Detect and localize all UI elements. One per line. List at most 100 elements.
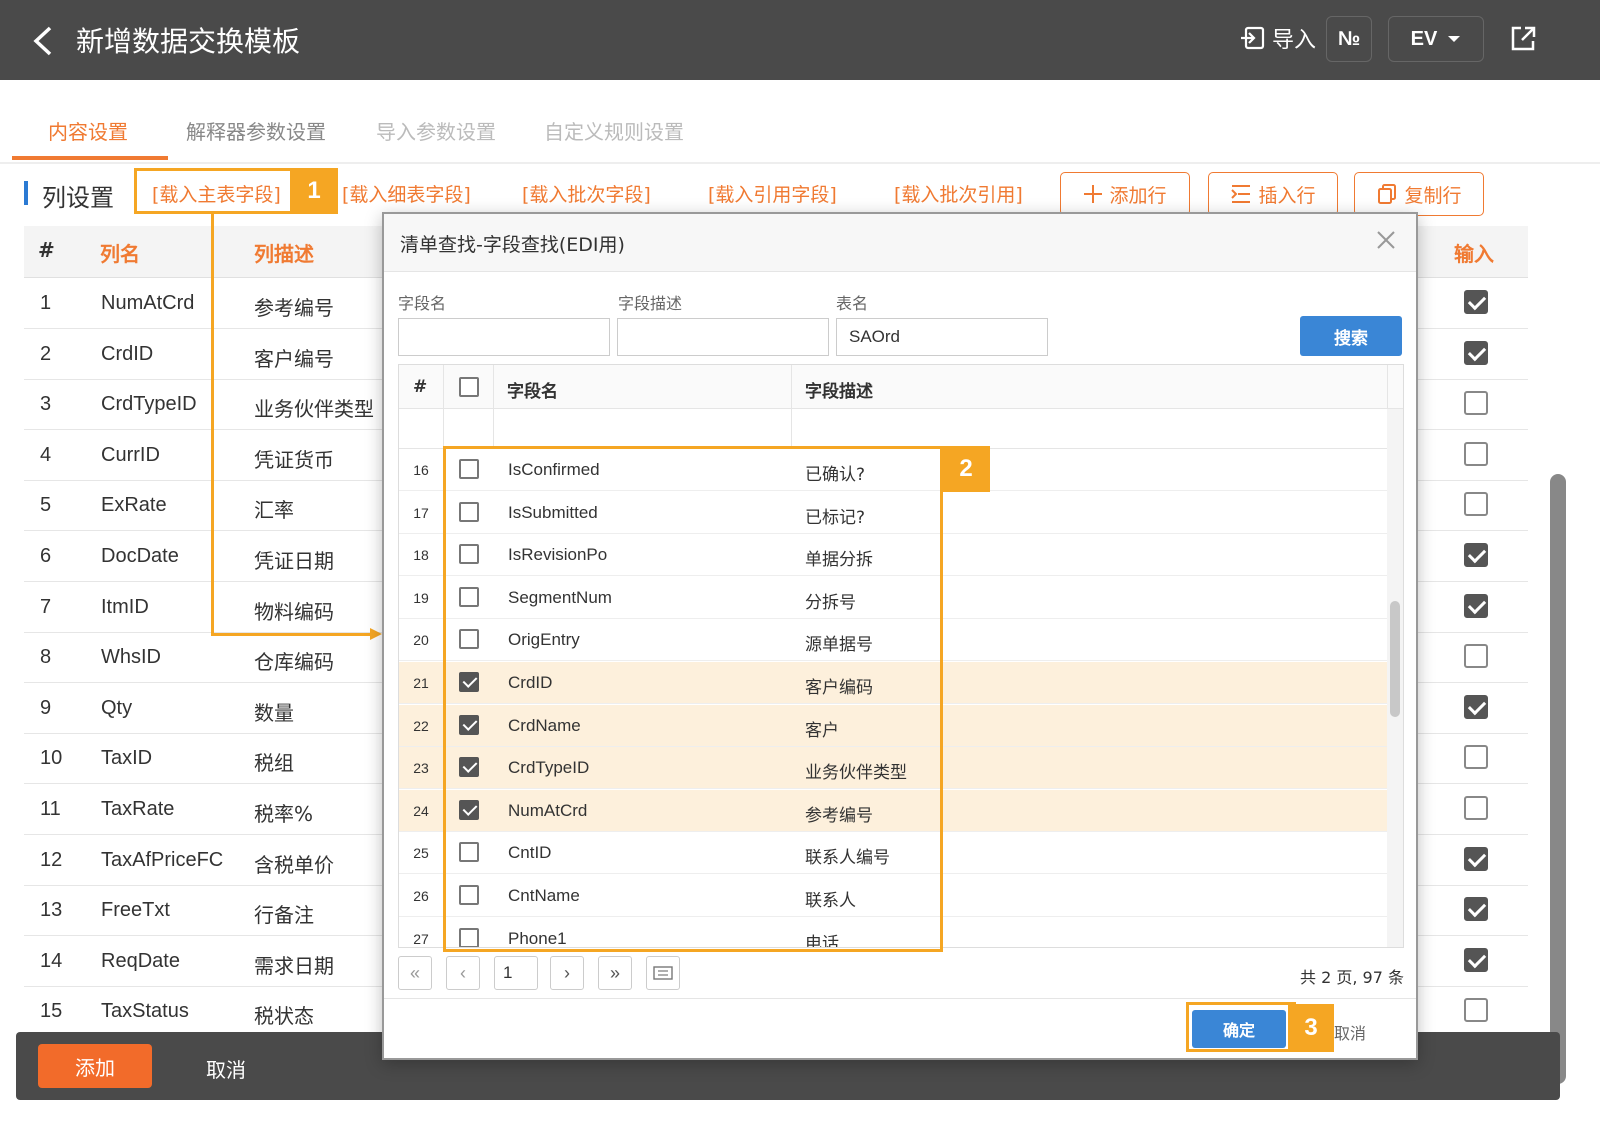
add-button[interactable]: 添加 bbox=[38, 1044, 152, 1088]
row-number: 4 bbox=[40, 443, 52, 466]
import-icon bbox=[1241, 26, 1265, 50]
column-name-cell: ReqDate bbox=[101, 949, 180, 972]
load-batch-fields-link[interactable]: [载入批次字段] bbox=[522, 180, 651, 207]
tab-import-params[interactable]: 导入参数设置 bbox=[376, 116, 496, 145]
section-marker bbox=[24, 181, 28, 205]
input-checkbox[interactable] bbox=[1464, 947, 1488, 972]
grid-row-number: 27 bbox=[413, 930, 429, 947]
column-desc-cell: 税率% bbox=[254, 802, 314, 826]
external-link-icon[interactable] bbox=[1508, 24, 1538, 54]
import-label: 导入 bbox=[1272, 28, 1317, 53]
row-number: 3 bbox=[40, 393, 52, 416]
header-column-desc: 列描述 bbox=[254, 242, 314, 266]
row-number: 15 bbox=[40, 1000, 63, 1023]
callout-number-2: 2 bbox=[942, 446, 990, 492]
grid-row-number: 16 bbox=[413, 462, 429, 478]
column-name-cell: ItmID bbox=[101, 595, 149, 618]
field-name-input[interactable] bbox=[398, 318, 610, 356]
ev-label: EV bbox=[1410, 27, 1438, 50]
top-bar: 新增数据交换模板 导入 № EV bbox=[0, 0, 1600, 80]
grid-row-number: 24 bbox=[413, 802, 429, 819]
grid-header-desc: 字段描述 bbox=[805, 382, 873, 402]
tab-interpreter-params[interactable]: 解释器参数设置 bbox=[186, 116, 326, 145]
field-name-label: 字段名 bbox=[398, 294, 447, 313]
input-checkbox[interactable] bbox=[1464, 340, 1488, 365]
copy-row-button[interactable]: 复制行 bbox=[1354, 172, 1484, 216]
tab-content-settings[interactable]: 内容设置 bbox=[48, 116, 128, 145]
column-name-cell: CrdID bbox=[101, 342, 154, 365]
select-all-checkbox[interactable] bbox=[459, 377, 479, 397]
row-number: 13 bbox=[40, 899, 63, 922]
input-checkbox[interactable] bbox=[1464, 593, 1488, 618]
last-page-button[interactable]: » bbox=[598, 956, 632, 990]
add-row-button[interactable]: 添加行 bbox=[1060, 172, 1190, 216]
next-page-button[interactable]: › bbox=[550, 956, 584, 990]
row-number: 6 bbox=[40, 545, 52, 567]
input-checkbox[interactable] bbox=[1464, 846, 1488, 871]
cancel-button[interactable]: 取消 bbox=[206, 1054, 246, 1083]
input-checkbox[interactable] bbox=[1464, 897, 1488, 922]
input-checkbox[interactable] bbox=[1464, 543, 1488, 567]
row-number: 2 bbox=[40, 342, 52, 365]
column-name-cell: CurrID bbox=[101, 443, 160, 466]
page-number-input[interactable]: 1 bbox=[494, 956, 538, 990]
go-to-page-button[interactable] bbox=[646, 956, 680, 990]
grid-header: # 字段名 字段描述 bbox=[399, 365, 1403, 409]
field-desc-input[interactable] bbox=[617, 318, 829, 356]
ev-dropdown[interactable]: EV bbox=[1388, 16, 1484, 62]
column-desc-cell: 业务伙伴类型 bbox=[254, 397, 374, 422]
column-name-cell: DocDate bbox=[101, 545, 179, 567]
column-name-cell: WhsID bbox=[101, 646, 161, 669]
grid-divider bbox=[1387, 365, 1388, 409]
column-desc-cell: 需求日期 bbox=[254, 953, 334, 978]
load-detail-fields-link[interactable]: [载入细表字段] bbox=[342, 180, 471, 207]
grid-scroll-thumb[interactable] bbox=[1390, 601, 1400, 717]
back-icon[interactable] bbox=[30, 24, 60, 58]
header-column-name: 列名 bbox=[100, 242, 140, 266]
insert-row-button[interactable]: 插入行 bbox=[1208, 172, 1338, 216]
input-checkbox[interactable] bbox=[1464, 290, 1488, 314]
insert-row-icon bbox=[1231, 185, 1251, 203]
number-label: № bbox=[1337, 27, 1361, 50]
first-page-button[interactable]: « bbox=[398, 956, 432, 990]
column-name-cell: FreeTxt bbox=[101, 899, 170, 922]
input-checkbox[interactable] bbox=[1464, 796, 1488, 820]
page-scrollbar[interactable] bbox=[1550, 474, 1566, 1084]
dialog-footer-divider bbox=[384, 998, 1416, 999]
grid-scrollbar[interactable] bbox=[1387, 409, 1403, 947]
input-checkbox[interactable] bbox=[1464, 441, 1488, 466]
input-checkbox[interactable] bbox=[1464, 745, 1488, 770]
callout-box-3 bbox=[1186, 1002, 1296, 1052]
input-checkbox[interactable] bbox=[1464, 998, 1488, 1023]
column-desc-cell: 客户编号 bbox=[254, 346, 334, 371]
table-name-input[interactable]: SAOrd bbox=[836, 318, 1048, 356]
input-checkbox[interactable] bbox=[1464, 644, 1488, 669]
column-name-cell: CrdTypeID bbox=[101, 393, 197, 416]
tab-custom-rules[interactable]: 自定义规则设置 bbox=[544, 116, 684, 145]
input-checkbox[interactable] bbox=[1464, 694, 1488, 719]
input-checkbox[interactable] bbox=[1464, 492, 1488, 517]
section-title: 列设置 bbox=[42, 184, 114, 212]
number-button[interactable]: № bbox=[1326, 16, 1372, 62]
callout-arrow-head bbox=[370, 628, 382, 640]
input-checkbox[interactable] bbox=[1464, 391, 1488, 416]
row-number: 5 bbox=[40, 494, 52, 517]
row-number: 7 bbox=[40, 595, 52, 618]
callout-arrow-vertical bbox=[211, 212, 214, 636]
copy-icon bbox=[1378, 184, 1397, 204]
search-button[interactable]: 搜索 bbox=[1300, 316, 1402, 356]
load-reference-fields-link[interactable]: [载入引用字段] bbox=[708, 180, 837, 207]
grid-row-number: 20 bbox=[413, 632, 429, 649]
close-icon[interactable] bbox=[1374, 228, 1398, 252]
prev-page-button[interactable]: ‹ bbox=[446, 956, 480, 990]
row-number: 1 bbox=[40, 292, 52, 314]
row-number: 12 bbox=[40, 848, 63, 871]
column-desc-cell: 参考编号 bbox=[254, 296, 334, 320]
dialog-cancel-button[interactable]: 取消 bbox=[1334, 1020, 1366, 1044]
import-button[interactable]: 导入 bbox=[1240, 22, 1316, 54]
grid-header-field: 字段名 bbox=[507, 382, 558, 402]
plus-icon bbox=[1084, 185, 1103, 203]
column-desc-cell: 凭证日期 bbox=[254, 549, 334, 573]
load-batch-reference-link[interactable]: [载入批次引用] bbox=[894, 180, 1023, 207]
field-desc-label: 字段描述 bbox=[618, 294, 683, 313]
